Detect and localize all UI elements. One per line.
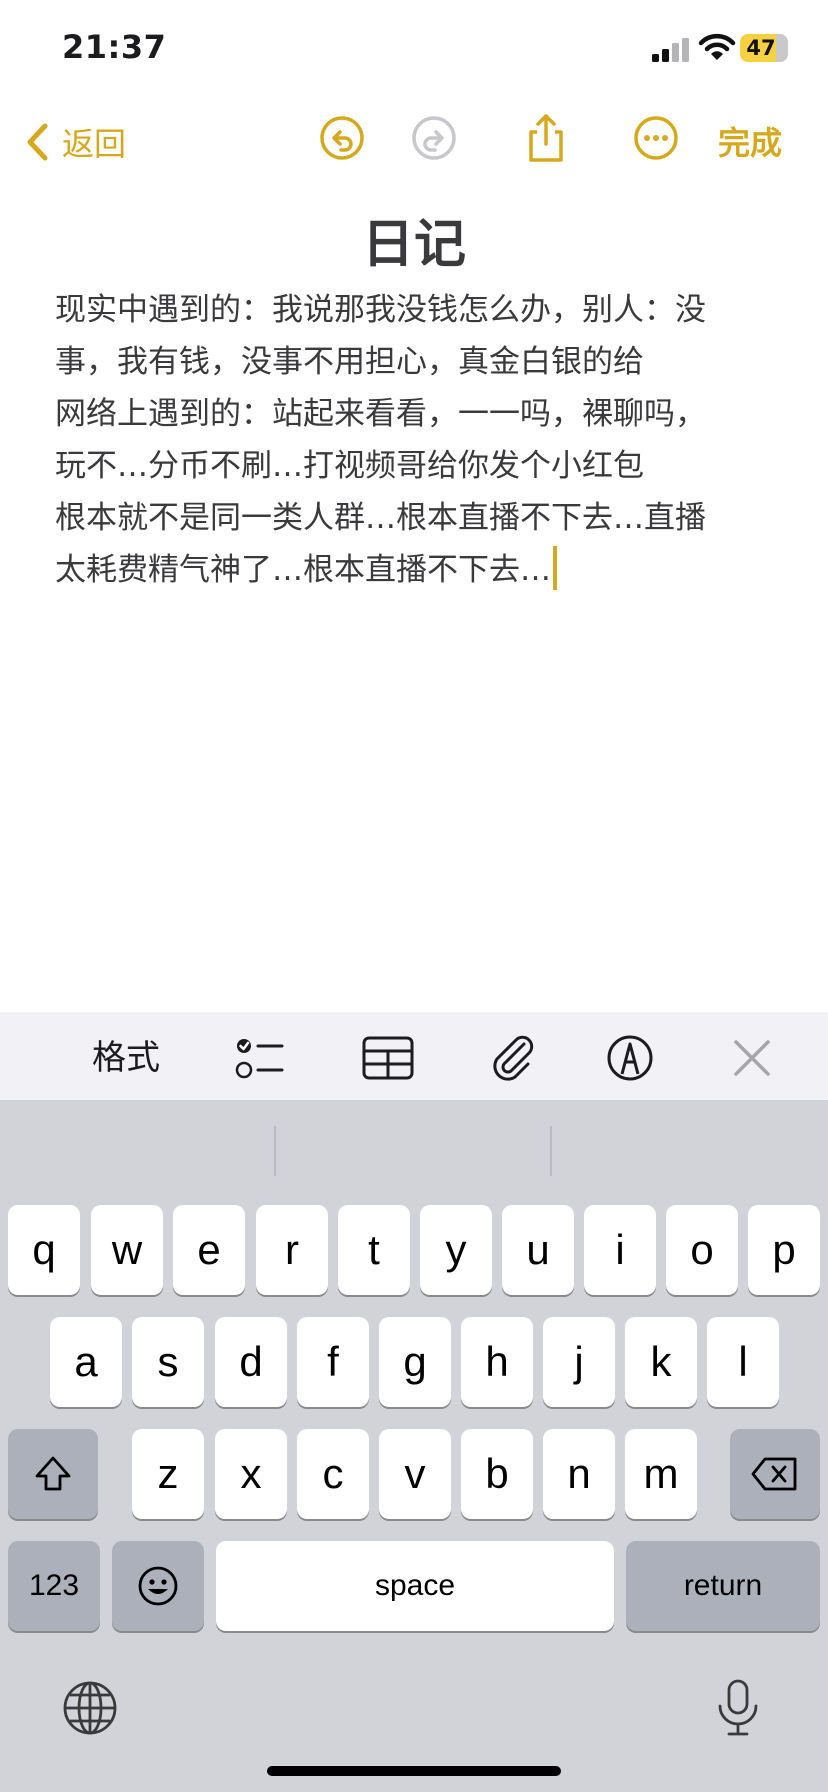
key-x[interactable]: x <box>215 1429 287 1519</box>
return-key[interactable]: return <box>626 1541 820 1631</box>
globe-icon[interactable] <box>62 1680 118 1736</box>
emoji-key[interactable] <box>112 1541 204 1631</box>
key-i[interactable]: i <box>584 1205 656 1295</box>
back-button[interactable]: 返回 <box>24 116 126 168</box>
key-t[interactable]: t <box>338 1205 410 1295</box>
key-m[interactable]: m <box>625 1429 697 1519</box>
table-icon[interactable] <box>362 1034 414 1082</box>
markup-icon[interactable] <box>606 1034 654 1082</box>
checklist-icon[interactable] <box>234 1034 284 1082</box>
key-c[interactable]: c <box>297 1429 369 1519</box>
shift-icon <box>35 1456 71 1491</box>
note-line: 根本就不是同一类人群…根本直播不下去…直播 <box>55 500 706 536</box>
key-e[interactable]: e <box>173 1205 245 1295</box>
key-y[interactable]: y <box>420 1205 492 1295</box>
share-icon[interactable] <box>520 112 572 164</box>
battery-level: 47 <box>746 36 776 60</box>
key-r[interactable]: r <box>256 1205 328 1295</box>
note-title[interactable]: 日记 <box>0 202 828 277</box>
undo-icon[interactable] <box>316 112 368 164</box>
format-button[interactable]: 格式 <box>92 1034 160 1082</box>
close-icon[interactable] <box>732 1034 772 1082</box>
key-k[interactable]: k <box>625 1317 697 1407</box>
attachment-icon[interactable] <box>488 1034 536 1082</box>
key-p[interactable]: p <box>748 1205 820 1295</box>
key-q[interactable]: q <box>8 1205 80 1295</box>
key-l[interactable]: l <box>707 1317 779 1407</box>
numbers-key[interactable]: 123 <box>8 1541 100 1631</box>
key-g[interactable]: g <box>379 1317 451 1407</box>
note-body[interactable]: 现实中遇到的：我说那我没钱怎么办，别人：没 事，我有钱，没事不用担心，真金白银的… <box>55 284 785 596</box>
suggestion-divider <box>550 1126 552 1176</box>
key-z[interactable]: z <box>132 1429 204 1519</box>
home-indicator[interactable] <box>267 1766 561 1776</box>
key-h[interactable]: h <box>461 1317 533 1407</box>
space-key[interactable]: space <box>216 1541 614 1631</box>
key-j[interactable]: j <box>543 1317 615 1407</box>
keyboard: q w e r t y u i o p a s d f g h j k l z … <box>0 1100 828 1792</box>
key-s[interactable]: s <box>132 1317 204 1407</box>
key-v[interactable]: v <box>379 1429 451 1519</box>
delete-key[interactable] <box>730 1429 820 1519</box>
battery-indicator: 47 <box>740 34 788 62</box>
key-b[interactable]: b <box>461 1429 533 1519</box>
key-f[interactable]: f <box>297 1317 369 1407</box>
shift-key[interactable] <box>8 1429 98 1519</box>
note-line: 网络上遇到的：站起来看看，一一吗，裸聊吗， <box>55 396 706 432</box>
back-label: 返回 <box>62 125 127 163</box>
chevron-left-icon <box>27 123 48 161</box>
key-d[interactable]: d <box>215 1317 287 1407</box>
key-o[interactable]: o <box>666 1205 738 1295</box>
text-cursor <box>553 546 557 590</box>
emoji-icon <box>138 1566 178 1606</box>
key-a[interactable]: a <box>50 1317 122 1407</box>
format-toolbar: 格式 <box>0 1012 828 1100</box>
note-line: 现实中遇到的：我说那我没钱怎么办，别人：没 <box>55 292 706 328</box>
key-n[interactable]: n <box>543 1429 615 1519</box>
key-w[interactable]: w <box>91 1205 163 1295</box>
wifi-icon <box>698 33 736 60</box>
suggestion-divider <box>274 1126 276 1176</box>
delete-icon <box>751 1457 797 1491</box>
note-line: 事，我有钱，没事不用担心，真金白银的给 <box>55 344 644 380</box>
note-line: 玩不…分币不刷…打视频哥给你发个小红包 <box>55 448 644 484</box>
key-u[interactable]: u <box>502 1205 574 1295</box>
more-icon[interactable] <box>630 112 682 164</box>
microphone-icon[interactable] <box>714 1678 762 1738</box>
status-time: 21:37 <box>62 28 167 66</box>
done-button[interactable]: 完成 <box>718 118 782 164</box>
cellular-signal-icon <box>652 38 689 62</box>
redo-icon[interactable] <box>408 112 460 164</box>
note-line: 太耗费精气神了…根本直播不下去… <box>55 552 551 588</box>
